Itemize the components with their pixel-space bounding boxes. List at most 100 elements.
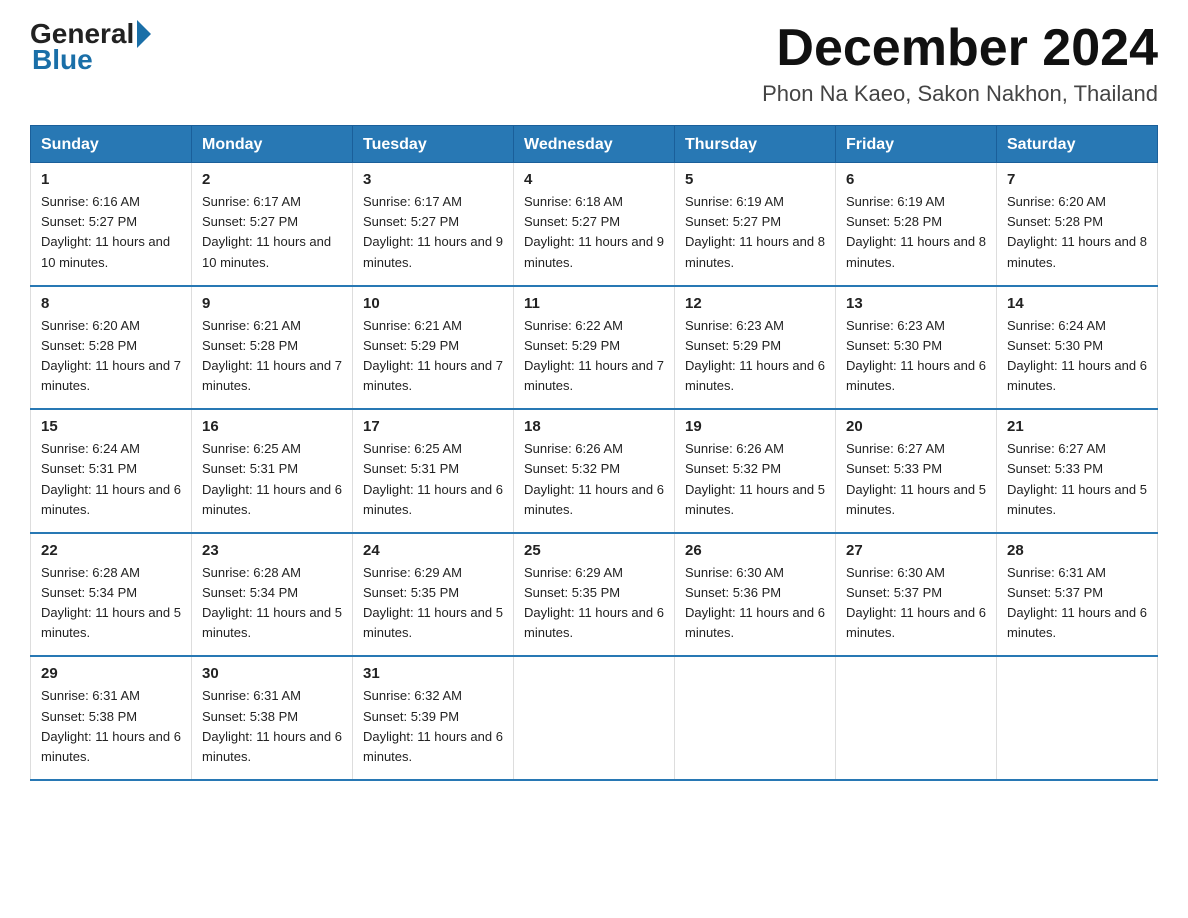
day-info: Sunrise: 6:17 AM Sunset: 5:27 PM Dayligh… (363, 192, 503, 273)
day-number: 20 (846, 418, 986, 435)
calendar-week-row: 1 Sunrise: 6:16 AM Sunset: 5:27 PM Dayli… (31, 163, 1158, 286)
day-number: 1 (41, 171, 181, 188)
calendar-cell (514, 656, 675, 780)
day-info: Sunrise: 6:21 AM Sunset: 5:28 PM Dayligh… (202, 316, 342, 397)
day-info: Sunrise: 6:23 AM Sunset: 5:29 PM Dayligh… (685, 316, 825, 397)
day-number: 8 (41, 295, 181, 312)
calendar-cell: 29 Sunrise: 6:31 AM Sunset: 5:38 PM Dayl… (31, 656, 192, 780)
day-info: Sunrise: 6:26 AM Sunset: 5:32 PM Dayligh… (685, 439, 825, 520)
day-info: Sunrise: 6:29 AM Sunset: 5:35 PM Dayligh… (524, 563, 664, 644)
calendar-cell: 8 Sunrise: 6:20 AM Sunset: 5:28 PM Dayli… (31, 286, 192, 410)
calendar-cell: 11 Sunrise: 6:22 AM Sunset: 5:29 PM Dayl… (514, 286, 675, 410)
calendar-cell: 10 Sunrise: 6:21 AM Sunset: 5:29 PM Dayl… (353, 286, 514, 410)
calendar-cell: 6 Sunrise: 6:19 AM Sunset: 5:28 PM Dayli… (836, 163, 997, 286)
day-number: 27 (846, 542, 986, 559)
col-monday: Monday (192, 126, 353, 163)
day-info: Sunrise: 6:17 AM Sunset: 5:27 PM Dayligh… (202, 192, 342, 273)
day-info: Sunrise: 6:21 AM Sunset: 5:29 PM Dayligh… (363, 316, 503, 397)
calendar-cell: 1 Sunrise: 6:16 AM Sunset: 5:27 PM Dayli… (31, 163, 192, 286)
day-number: 26 (685, 542, 825, 559)
calendar-week-row: 8 Sunrise: 6:20 AM Sunset: 5:28 PM Dayli… (31, 286, 1158, 410)
day-number: 25 (524, 542, 664, 559)
day-number: 10 (363, 295, 503, 312)
calendar-cell: 16 Sunrise: 6:25 AM Sunset: 5:31 PM Dayl… (192, 409, 353, 533)
calendar-title: December 2024 (762, 20, 1158, 77)
calendar-cell: 4 Sunrise: 6:18 AM Sunset: 5:27 PM Dayli… (514, 163, 675, 286)
calendar-cell: 28 Sunrise: 6:31 AM Sunset: 5:37 PM Dayl… (997, 533, 1158, 657)
day-info: Sunrise: 6:31 AM Sunset: 5:38 PM Dayligh… (41, 686, 181, 767)
day-info: Sunrise: 6:22 AM Sunset: 5:29 PM Dayligh… (524, 316, 664, 397)
calendar-header: Sunday Monday Tuesday Wednesday Thursday… (31, 126, 1158, 163)
day-info: Sunrise: 6:25 AM Sunset: 5:31 PM Dayligh… (363, 439, 503, 520)
day-number: 5 (685, 171, 825, 188)
calendar-cell: 24 Sunrise: 6:29 AM Sunset: 5:35 PM Dayl… (353, 533, 514, 657)
col-saturday: Saturday (997, 126, 1158, 163)
calendar-cell: 23 Sunrise: 6:28 AM Sunset: 5:34 PM Dayl… (192, 533, 353, 657)
day-info: Sunrise: 6:19 AM Sunset: 5:28 PM Dayligh… (846, 192, 986, 273)
calendar-cell: 14 Sunrise: 6:24 AM Sunset: 5:30 PM Dayl… (997, 286, 1158, 410)
day-number: 7 (1007, 171, 1147, 188)
calendar-cell: 9 Sunrise: 6:21 AM Sunset: 5:28 PM Dayli… (192, 286, 353, 410)
day-number: 16 (202, 418, 342, 435)
day-info: Sunrise: 6:16 AM Sunset: 5:27 PM Dayligh… (41, 192, 181, 273)
col-friday: Friday (836, 126, 997, 163)
day-number: 22 (41, 542, 181, 559)
day-number: 4 (524, 171, 664, 188)
calendar-cell: 18 Sunrise: 6:26 AM Sunset: 5:32 PM Dayl… (514, 409, 675, 533)
day-number: 6 (846, 171, 986, 188)
day-number: 18 (524, 418, 664, 435)
calendar-week-row: 15 Sunrise: 6:24 AM Sunset: 5:31 PM Dayl… (31, 409, 1158, 533)
calendar-cell: 12 Sunrise: 6:23 AM Sunset: 5:29 PM Dayl… (675, 286, 836, 410)
logo-arrow-icon (137, 20, 151, 48)
calendar-cell: 21 Sunrise: 6:27 AM Sunset: 5:33 PM Dayl… (997, 409, 1158, 533)
day-info: Sunrise: 6:24 AM Sunset: 5:31 PM Dayligh… (41, 439, 181, 520)
day-info: Sunrise: 6:23 AM Sunset: 5:30 PM Dayligh… (846, 316, 986, 397)
calendar-cell: 26 Sunrise: 6:30 AM Sunset: 5:36 PM Dayl… (675, 533, 836, 657)
day-number: 15 (41, 418, 181, 435)
day-number: 19 (685, 418, 825, 435)
day-info: Sunrise: 6:29 AM Sunset: 5:35 PM Dayligh… (363, 563, 503, 644)
calendar-cell: 3 Sunrise: 6:17 AM Sunset: 5:27 PM Dayli… (353, 163, 514, 286)
day-number: 30 (202, 665, 342, 682)
day-number: 31 (363, 665, 503, 682)
calendar-week-row: 29 Sunrise: 6:31 AM Sunset: 5:38 PM Dayl… (31, 656, 1158, 780)
day-number: 12 (685, 295, 825, 312)
day-number: 17 (363, 418, 503, 435)
col-wednesday: Wednesday (514, 126, 675, 163)
calendar-body: 1 Sunrise: 6:16 AM Sunset: 5:27 PM Dayli… (31, 163, 1158, 780)
day-info: Sunrise: 6:27 AM Sunset: 5:33 PM Dayligh… (846, 439, 986, 520)
calendar-cell: 19 Sunrise: 6:26 AM Sunset: 5:32 PM Dayl… (675, 409, 836, 533)
day-info: Sunrise: 6:25 AM Sunset: 5:31 PM Dayligh… (202, 439, 342, 520)
calendar-subtitle: Phon Na Kaeo, Sakon Nakhon, Thailand (762, 81, 1158, 107)
logo: General Blue (30, 20, 151, 76)
page-header: General Blue December 2024 Phon Na Kaeo,… (30, 20, 1158, 107)
col-tuesday: Tuesday (353, 126, 514, 163)
day-number: 13 (846, 295, 986, 312)
day-info: Sunrise: 6:26 AM Sunset: 5:32 PM Dayligh… (524, 439, 664, 520)
calendar-cell (675, 656, 836, 780)
calendar-cell: 7 Sunrise: 6:20 AM Sunset: 5:28 PM Dayli… (997, 163, 1158, 286)
day-info: Sunrise: 6:30 AM Sunset: 5:37 PM Dayligh… (846, 563, 986, 644)
calendar-week-row: 22 Sunrise: 6:28 AM Sunset: 5:34 PM Dayl… (31, 533, 1158, 657)
day-info: Sunrise: 6:20 AM Sunset: 5:28 PM Dayligh… (41, 316, 181, 397)
day-info: Sunrise: 6:28 AM Sunset: 5:34 PM Dayligh… (202, 563, 342, 644)
day-info: Sunrise: 6:31 AM Sunset: 5:38 PM Dayligh… (202, 686, 342, 767)
day-number: 24 (363, 542, 503, 559)
day-info: Sunrise: 6:18 AM Sunset: 5:27 PM Dayligh… (524, 192, 664, 273)
calendar-cell: 20 Sunrise: 6:27 AM Sunset: 5:33 PM Dayl… (836, 409, 997, 533)
col-sunday: Sunday (31, 126, 192, 163)
calendar-cell: 2 Sunrise: 6:17 AM Sunset: 5:27 PM Dayli… (192, 163, 353, 286)
day-number: 9 (202, 295, 342, 312)
day-info: Sunrise: 6:20 AM Sunset: 5:28 PM Dayligh… (1007, 192, 1147, 273)
day-info: Sunrise: 6:27 AM Sunset: 5:33 PM Dayligh… (1007, 439, 1147, 520)
calendar-cell: 22 Sunrise: 6:28 AM Sunset: 5:34 PM Dayl… (31, 533, 192, 657)
day-number: 29 (41, 665, 181, 682)
calendar-cell: 25 Sunrise: 6:29 AM Sunset: 5:35 PM Dayl… (514, 533, 675, 657)
logo-blue-text: Blue (32, 44, 93, 76)
day-info: Sunrise: 6:32 AM Sunset: 5:39 PM Dayligh… (363, 686, 503, 767)
calendar-cell: 15 Sunrise: 6:24 AM Sunset: 5:31 PM Dayl… (31, 409, 192, 533)
calendar-cell: 30 Sunrise: 6:31 AM Sunset: 5:38 PM Dayl… (192, 656, 353, 780)
calendar-cell (836, 656, 997, 780)
calendar-cell: 5 Sunrise: 6:19 AM Sunset: 5:27 PM Dayli… (675, 163, 836, 286)
day-number: 14 (1007, 295, 1147, 312)
